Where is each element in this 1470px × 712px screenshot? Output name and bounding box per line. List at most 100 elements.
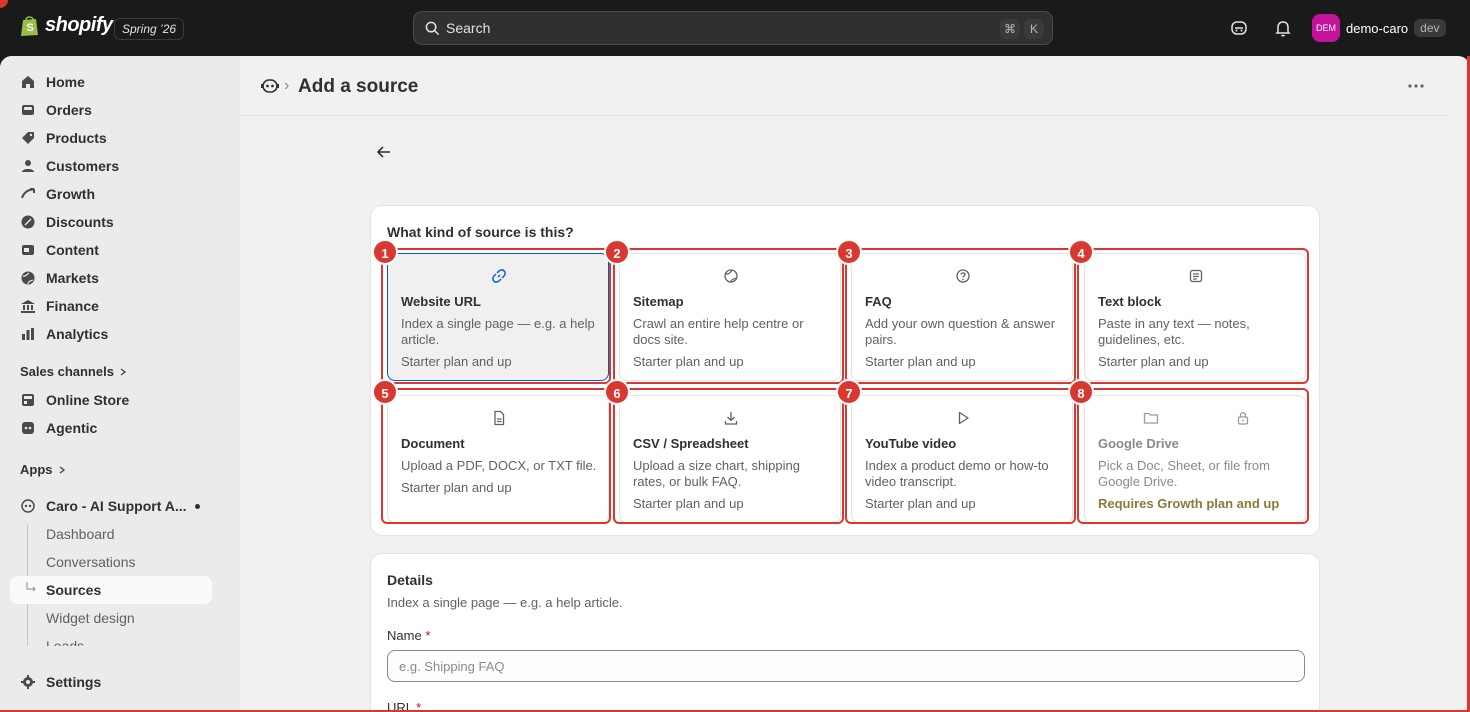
sidebar-item-settings[interactable]: Settings	[10, 668, 212, 696]
settings-footer: Settings	[0, 646, 240, 712]
sidebar-item-analytics[interactable]: Analytics	[10, 320, 212, 348]
chevron-right-icon	[120, 367, 127, 376]
sidebar-subitem-widget-design[interactable]: Widget design	[10, 604, 212, 632]
option-description: Pick a Doc, Sheet, or file from Google D…	[1098, 458, 1270, 489]
discount-icon	[21, 215, 35, 229]
sidebar-item-content[interactable]: Content	[10, 236, 212, 264]
page-title: Add a source	[298, 76, 419, 97]
option-title: Text block	[1098, 294, 1162, 309]
sidebar: Home Orders Products Customers Growth Di…	[0, 56, 240, 712]
sidebar-subitem-dashboard[interactable]: Dashboard	[10, 520, 212, 548]
search-placeholder: Search	[446, 20, 491, 36]
gear-icon	[21, 675, 35, 689]
option-plan: Starter plan and up	[401, 480, 512, 495]
sidebar-item-label: Growth	[46, 186, 95, 202]
admin-frame: Home Orders Products Customers Growth Di…	[0, 56, 1470, 712]
store-icon	[22, 394, 34, 406]
shortcut-key-cmd: ⌘	[1000, 19, 1020, 39]
option-description: Crawl an entire help centre or docs site…	[633, 316, 804, 347]
annotation-badge: 4	[1068, 239, 1094, 265]
sidebar-item-customers[interactable]: Customers	[10, 152, 212, 180]
sales-channels-header[interactable]: Sales channels	[20, 364, 128, 379]
option-description: Paste in any text — notes, guidelines, e…	[1098, 316, 1250, 347]
option-plan-requirement: Requires Growth plan and up	[1098, 496, 1280, 511]
source-option-sitemap[interactable]: Sitemap Crawl an entire help centre or d…	[619, 253, 841, 381]
env-badge: dev	[1414, 19, 1446, 37]
details-card: Details Index a single page — e.g. a hel…	[370, 553, 1320, 712]
app-breadcrumb-icon[interactable]	[260, 77, 280, 95]
sidebar-item-label: Orders	[46, 102, 92, 118]
source-option-google-drive[interactable]: Google Drive Pick a Doc, Sheet, or file …	[1084, 395, 1306, 523]
sidebar-subitem-label: Dashboard	[46, 526, 115, 542]
source-option-document[interactable]: Document Upload a PDF, DOCX, or TXT file…	[387, 395, 609, 523]
option-description: Index a single page — e.g. a help articl…	[401, 316, 595, 347]
sidebar-item-label: Online Store	[46, 392, 130, 408]
top-bar: S shopify Spring ’26 Search ⌘ K DEM demo…	[0, 0, 1470, 56]
annotation-badge: 3	[836, 239, 862, 265]
option-plan: Starter plan and up	[865, 496, 976, 511]
sidebar-item-label: Finance	[46, 298, 99, 314]
global-search[interactable]: Search ⌘ K	[413, 11, 1053, 45]
option-title: Website URL	[401, 294, 481, 309]
sidekick-icon[interactable]	[1229, 18, 1249, 38]
back-arrow-icon[interactable]	[374, 142, 394, 162]
source-type-title: What kind of source is this?	[387, 224, 574, 240]
option-description: Upload a PDF, DOCX, or TXT file.	[401, 458, 597, 473]
option-title: YouTube video	[865, 436, 957, 451]
caro-app-icon	[21, 499, 35, 513]
subnav-branch-icon	[26, 582, 36, 592]
required-mark: *	[425, 628, 431, 643]
store-menu-button[interactable]: DEM demo-caro dev	[1312, 14, 1446, 42]
download-icon	[724, 412, 738, 425]
sidebar-item-label: Home	[46, 74, 85, 90]
sidebar-item-app-caro[interactable]: Caro - AI Support A...	[10, 492, 212, 520]
sidebar-item-products[interactable]: Products	[10, 124, 212, 152]
shopify-wordmark: shopify	[45, 14, 113, 36]
source-option-text-block[interactable]: Text block Paste in any text — notes, gu…	[1084, 253, 1306, 381]
growth-icon	[21, 188, 35, 199]
shortcut-key-k: K	[1024, 19, 1044, 39]
more-actions-icon[interactable]	[1404, 76, 1428, 96]
source-option-faq[interactable]: FAQ Add your own question & answer pairs…	[851, 253, 1073, 381]
annotation-badge: 2	[604, 239, 630, 265]
store-avatar: DEM	[1312, 14, 1340, 42]
sidebar-item-agentic[interactable]: Agentic	[10, 414, 212, 442]
sidebar-item-discounts[interactable]: Discounts	[10, 208, 212, 236]
source-option-website-url[interactable]: Website URL Index a single page — e.g. a…	[387, 253, 609, 381]
details-subtitle: Index a single page — e.g. a help articl…	[387, 595, 623, 610]
source-option-csv[interactable]: CSV / Spreadsheet Upload a size chart, s…	[619, 395, 841, 523]
sidebar-item-online-store[interactable]: Online Store	[10, 386, 212, 414]
option-description: Index a product demo or how-to video tra…	[865, 458, 1049, 489]
bar-chart-icon	[22, 328, 34, 340]
home-icon	[22, 76, 34, 88]
note-icon	[1189, 269, 1203, 283]
shopify-logo[interactable]: S shopify	[20, 14, 113, 37]
file-icon	[494, 410, 505, 426]
annotation-badge: 6	[604, 379, 630, 405]
sidebar-item-label: Settings	[46, 674, 102, 690]
source-option-youtube[interactable]: YouTube video Index a product demo or ho…	[851, 395, 1073, 523]
sidebar-item-label: Agentic	[46, 420, 98, 436]
sidebar-item-label: Markets	[46, 270, 99, 286]
details-title: Details	[387, 572, 433, 588]
sidebar-item-orders[interactable]: Orders	[10, 96, 212, 124]
sidebar-item-markets[interactable]: Markets	[10, 264, 212, 292]
annotation-badge: 1	[372, 239, 398, 265]
sidebar-subitem-label: Widget design	[46, 610, 135, 626]
notification-bell-icon[interactable]	[1273, 18, 1293, 38]
agentic-icon	[22, 422, 34, 434]
sidebar-item-label: Caro - AI Support A...	[46, 498, 187, 514]
name-input[interactable]	[387, 650, 1305, 682]
sidebar-item-finance[interactable]: Finance	[10, 292, 212, 320]
sidebar-item-home[interactable]: Home	[10, 68, 212, 96]
apps-label: Apps	[20, 462, 53, 477]
apps-header[interactable]: Apps	[20, 462, 67, 477]
sales-channels-label: Sales channels	[20, 364, 114, 379]
sidebar-subitem-sources[interactable]: Sources	[10, 576, 212, 604]
sidebar-subitem-conversations[interactable]: Conversations	[10, 548, 212, 576]
link-icon	[492, 269, 506, 283]
sidebar-item-growth[interactable]: Growth	[10, 180, 212, 208]
option-description: Add your own question & answer pairs.	[865, 316, 1056, 347]
bank-icon	[21, 300, 35, 313]
option-description: Upload a size chart, shipping rates, or …	[633, 458, 800, 489]
